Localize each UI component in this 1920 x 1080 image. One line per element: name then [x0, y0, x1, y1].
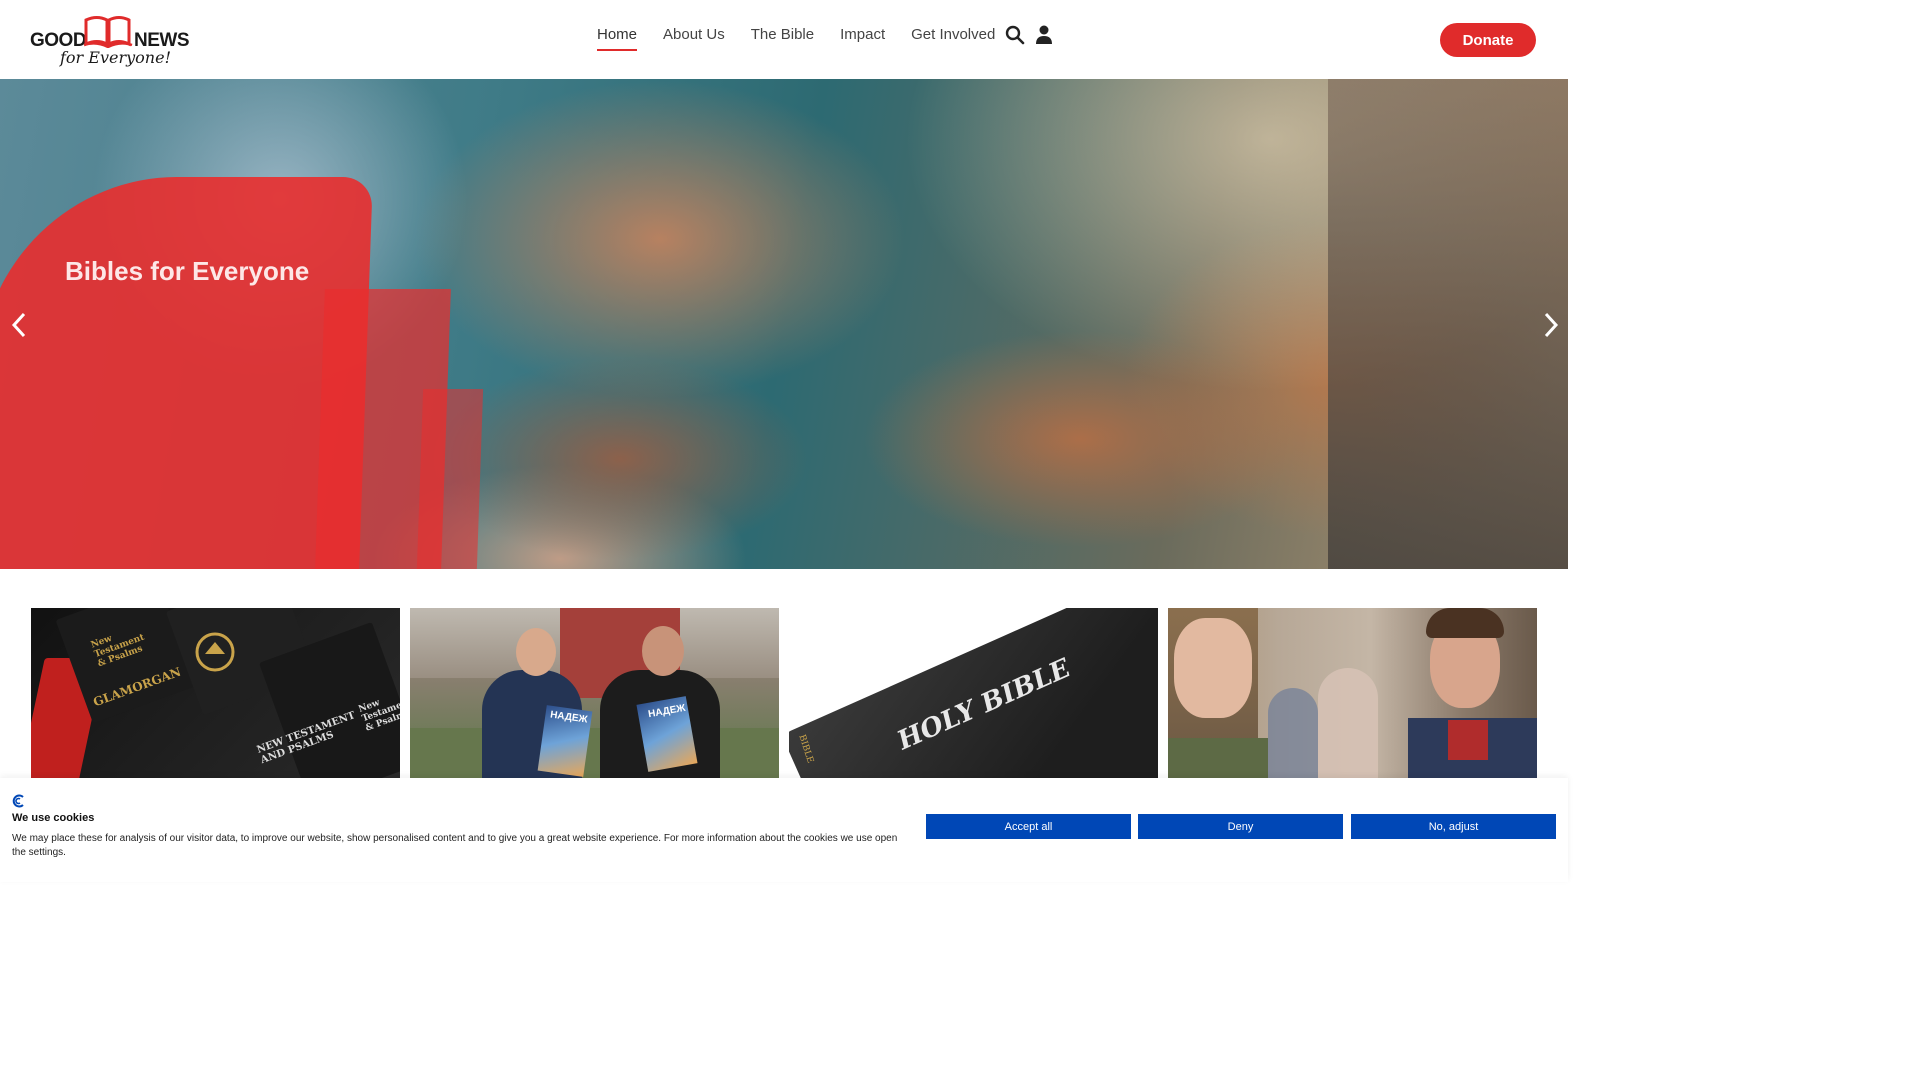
- book-icon: [83, 16, 133, 48]
- crest-icon: [195, 632, 235, 672]
- person-face: [642, 626, 684, 676]
- accept-all-button[interactable]: Accept all: [926, 814, 1131, 839]
- child-shirt: [1168, 738, 1268, 778]
- featured-cards: New Testament & Psalms GLAMORGAN NEW TES…: [31, 608, 1537, 778]
- chevron-left-icon[interactable]: [8, 310, 32, 340]
- nav-get-involved[interactable]: Get Involved: [911, 26, 995, 49]
- chevron-right-icon[interactable]: [1538, 310, 1562, 340]
- nav-about-us[interactable]: About Us: [663, 26, 725, 49]
- deny-button[interactable]: Deny: [1138, 814, 1343, 839]
- hero-title: Bibles for Everyone: [65, 256, 310, 286]
- child-face: [1174, 618, 1252, 718]
- grass: [410, 728, 779, 778]
- site-header: GOOD NEWS for Everyone! Home About Us Th…: [0, 0, 1568, 79]
- cookie-text: We may place these for analysis of our v…: [12, 833, 898, 858]
- background-person: [1268, 688, 1318, 778]
- background-person: [1318, 668, 1378, 778]
- nav-home[interactable]: Home: [597, 26, 638, 51]
- site-logo[interactable]: GOOD NEWS for Everyone!: [30, 12, 190, 74]
- cookie-title: We use cookies: [12, 812, 95, 824]
- card-people-image[interactable]: НАДЕЖ НАДЕЖ: [410, 608, 779, 778]
- cookie-consent-logo-icon: [12, 794, 24, 808]
- search-icon[interactable]: [1005, 25, 1025, 45]
- main-nav: Home About Us The Bible Impact Get Invol…: [597, 26, 1021, 51]
- cookie-banner: We use cookies We may place these for an…: [0, 778, 1568, 882]
- adjust-cookies-button[interactable]: No, adjust: [1351, 814, 1556, 839]
- hero-carousel: Bibles for Everyone: [0, 79, 1568, 569]
- card-holy-bible-image[interactable]: HOLY BIBLE BIBLE: [789, 608, 1158, 778]
- hero-image-sleeve: [1328, 79, 1568, 569]
- user-account-icon[interactable]: [1035, 25, 1053, 45]
- nav-impact[interactable]: Impact: [840, 26, 885, 49]
- card-children-image[interactable]: [1168, 608, 1537, 778]
- child-hair: [1426, 608, 1504, 638]
- logo-tagline: for Everyone!: [60, 48, 171, 67]
- person-face: [516, 628, 556, 676]
- child-collar: [1448, 720, 1488, 760]
- donate-button[interactable]: Donate: [1440, 23, 1536, 57]
- nav-the-bible[interactable]: The Bible: [751, 26, 814, 49]
- hero-red-overlay-3: [416, 389, 484, 569]
- card-bibles-image[interactable]: New Testament & Psalms GLAMORGAN NEW TES…: [31, 608, 400, 778]
